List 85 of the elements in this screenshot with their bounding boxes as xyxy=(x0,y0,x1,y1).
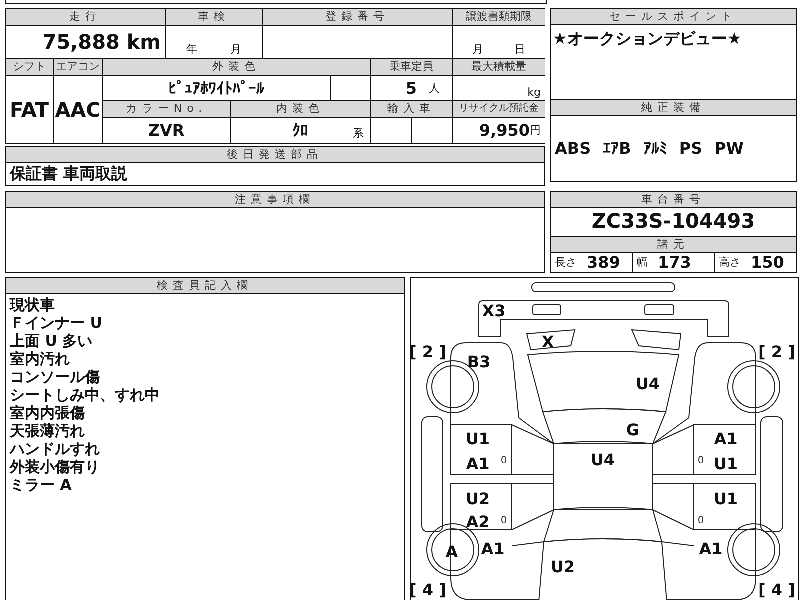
recycling-deposit-value: 9,950 xyxy=(479,121,530,140)
max-load-unit: kg xyxy=(528,86,541,99)
factory-equipment-label: 純正装備 xyxy=(551,98,796,116)
year-unit: 年 xyxy=(186,42,198,57)
inspector-note: シートしみ中、すれ中 xyxy=(10,386,161,404)
interior-color-value: ｸﾛ xyxy=(292,121,308,140)
inspection-label: 車検 xyxy=(166,9,262,25)
equipment-item: ABS xyxy=(555,138,592,158)
shift-value: FAT xyxy=(10,98,49,122)
registration-number-label: 登録番号 xyxy=(263,9,452,25)
inspector-note: Ｆインナー U xyxy=(10,314,104,332)
notes-label: 注意事項欄 xyxy=(6,192,544,208)
mileage-label: 走行 xyxy=(6,9,165,25)
month-unit: 月 xyxy=(472,42,484,57)
inspector-note: コンソール傷 xyxy=(10,368,101,386)
damage-code: B3 xyxy=(467,352,491,372)
chassis-number-value: ZC33S-104493 xyxy=(592,209,756,233)
chassis-number-label: 車台番号 xyxy=(551,192,796,208)
recycling-deposit-label: リサイクル預託金 xyxy=(453,101,545,117)
air-conditioner-label: エアコン xyxy=(54,59,102,75)
damage-code: U1 xyxy=(466,430,490,448)
color-number-label: カラーNo. xyxy=(103,101,230,117)
damage-code: [ 2 ] xyxy=(758,342,796,362)
color-number-value: ZVR xyxy=(148,121,185,140)
inspector-note: 現状車 xyxy=(10,296,56,314)
inspector-note: 上面 U 多い xyxy=(10,332,94,350)
damage-code: X3 xyxy=(482,302,506,320)
transfer-deadline-label: 譲渡書類期限 xyxy=(453,9,545,25)
damage-code: [ 2 ] xyxy=(411,342,446,362)
month-unit: 月 xyxy=(230,42,242,57)
air-conditioner-value: AAC xyxy=(55,98,101,122)
damage-code: U2 xyxy=(466,490,490,508)
color-suffix: 系 xyxy=(353,126,364,141)
equipment-item: PW xyxy=(714,138,744,158)
capacity-value: 5 xyxy=(406,78,417,98)
yen-unit: 円 xyxy=(530,123,541,138)
sales-point-label: セールスポイント xyxy=(551,9,796,25)
inspector-note: 外装小傷有り xyxy=(10,458,101,476)
specifications-label: 諸元 xyxy=(551,236,796,253)
equipment-item: ｱﾙﾐ xyxy=(643,138,668,158)
damage-code: A1 xyxy=(481,540,505,558)
sales-point-value: ★オークションデビュー★ xyxy=(553,29,742,48)
damage-code: 0 xyxy=(500,456,508,466)
spec-label: 長さ xyxy=(555,255,577,270)
capacity-unit: 人 xyxy=(429,80,440,96)
inspector-note: 室内内張傷 xyxy=(10,404,86,422)
spec-value: 389 xyxy=(587,253,620,272)
exterior-color-value: ﾋﾟｭｱﾎﾜｲﾄﾊﾟｰﾙ xyxy=(168,78,264,98)
damage-code: [ 4 ] xyxy=(411,580,446,600)
later-parts-value: 保証書 車両取説 xyxy=(10,164,128,184)
damage-code: U1 xyxy=(714,490,738,508)
interior-color-label: 内装色 xyxy=(231,101,370,117)
damage-code: A1 xyxy=(714,430,738,448)
mileage-value: 75,888 km xyxy=(42,30,161,54)
inspector-note: 室内汚れ xyxy=(10,350,71,368)
damage-code: U4 xyxy=(636,374,660,394)
spec-value: 150 xyxy=(751,253,784,272)
damage-code: A1 xyxy=(466,454,490,474)
damage-code: X xyxy=(542,332,554,352)
damage-code: A2 xyxy=(466,512,490,532)
spec-label: 幅 xyxy=(637,255,648,270)
imported-label: 輸入車 xyxy=(371,101,452,117)
inspector-notes-label: 検査員記入欄 xyxy=(6,278,404,294)
max-load-label: 最大積載量 xyxy=(453,59,545,75)
damage-code: G xyxy=(626,420,640,440)
equipment-item: ｴｱB xyxy=(603,138,632,158)
damage-code: 0 xyxy=(500,516,508,526)
capacity-label: 乗車定員 xyxy=(371,59,452,75)
inspector-note: 天張薄汚れ xyxy=(10,422,86,440)
equipment-item: PS xyxy=(679,138,703,158)
shift-label: シフト xyxy=(6,59,53,75)
later-parts-label: 後日発送部品 xyxy=(6,147,544,163)
damage-code: [ 4 ] xyxy=(758,580,796,600)
spec-value: 173 xyxy=(658,253,692,272)
damage-code: U4 xyxy=(590,450,616,470)
damage-code: U1 xyxy=(714,454,738,474)
damage-code: U2 xyxy=(550,558,576,576)
exterior-color-label: 外装色 xyxy=(103,59,370,75)
damage-code: A1 xyxy=(699,540,723,558)
inspector-note: ハンドルすれ xyxy=(10,440,101,458)
damage-code: 0 xyxy=(698,516,704,526)
day-unit: 日 xyxy=(514,42,526,57)
spec-label: 高さ xyxy=(719,255,741,270)
damage-code: 0 xyxy=(698,456,704,466)
inspector-note: ミラー A xyxy=(10,476,73,494)
